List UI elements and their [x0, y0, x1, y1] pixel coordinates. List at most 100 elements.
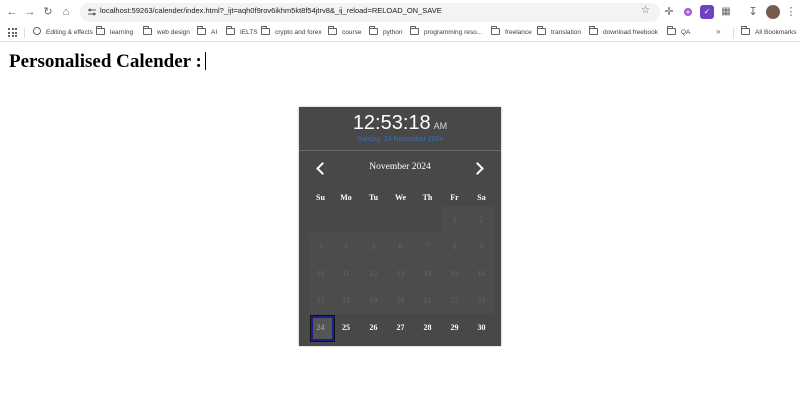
folder-icon — [96, 26, 105, 35]
day-cell[interactable]: 12 — [360, 260, 387, 287]
day-cell[interactable]: 18 — [332, 287, 360, 314]
browser-toolbar: ← → ↻ ⌂ localhost:59263/calender/index.h… — [0, 0, 800, 24]
calendar-grid: Su Mo Tu We Th Fr Sa 1 2 3 4 5 6 7 8 9 10 11 12 13 14 15 16 17 1… — [309, 189, 495, 342]
bookmark-crypto-forex[interactable]: crypto and forex — [261, 26, 322, 39]
download-icon[interactable]: ↧ — [746, 5, 760, 19]
site-info-icon[interactable] — [86, 6, 98, 18]
bookmark-translation[interactable]: translation — [537, 26, 581, 39]
weekday-header: Th — [422, 193, 433, 202]
menu-kebab-icon[interactable]: ⋮ — [784, 5, 798, 19]
bookmark-course[interactable]: course — [328, 26, 362, 39]
day-cell[interactable]: 2 — [468, 206, 495, 233]
calendar-widget: 12:53:18 AM Sunday, 24 November 2024 Nove… — [299, 107, 501, 346]
bookmark-ielts[interactable]: IELTS — [226, 26, 258, 39]
day-cell[interactable]: 26 — [360, 314, 387, 341]
reload-icon[interactable]: ↻ — [40, 4, 56, 20]
day-cell[interactable]: 3 — [309, 233, 332, 260]
bookmark-freelance[interactable]: freelance — [491, 26, 532, 39]
weekday-header: Fr — [450, 193, 459, 202]
bookmark-python[interactable]: python — [369, 26, 403, 39]
day-cell[interactable]: 13 — [387, 260, 414, 287]
extension-flower-icon[interactable] — [681, 5, 695, 19]
folder-icon — [741, 26, 750, 35]
folder-icon — [589, 26, 598, 35]
empty-day-cell — [309, 206, 332, 233]
day-cell[interactable]: 22 — [441, 287, 468, 314]
apps-grid-icon[interactable] — [8, 28, 17, 37]
bookmark-ai[interactable]: AI — [197, 26, 217, 39]
day-cell[interactable]: 1 — [441, 206, 468, 233]
day-cell[interactable]: 7 — [414, 233, 441, 260]
bookmarks-separator — [733, 28, 734, 38]
weekday-header: Sa — [477, 193, 486, 202]
bookmark-star-icon[interactable]: ☆ — [641, 5, 650, 16]
globe-icon — [33, 27, 41, 35]
next-month-icon[interactable] — [472, 161, 486, 175]
day-cell[interactable]: 20 — [387, 287, 414, 314]
day-cell[interactable]: 28 — [414, 314, 441, 341]
folder-icon — [328, 26, 337, 35]
clock-panel: 12:53:18 AM Sunday, 24 November 2024 — [299, 107, 501, 151]
home-icon[interactable]: ⌂ — [58, 4, 74, 20]
bookmark-download-freebook[interactable]: download freebook — [589, 26, 658, 39]
bookmark-learning[interactable]: learning — [96, 26, 133, 39]
day-cell[interactable]: 15 — [441, 260, 468, 287]
folder-icon — [369, 26, 378, 35]
empty-day-cell — [414, 206, 441, 233]
day-cell[interactable]: 14 — [414, 260, 441, 287]
day-cell[interactable]: 25 — [332, 314, 360, 341]
folder-icon — [197, 26, 206, 35]
extension-check-icon[interactable]: ✓ — [700, 5, 714, 19]
day-cell[interactable]: 21 — [414, 287, 441, 314]
folder-icon — [537, 26, 546, 35]
day-cell[interactable]: 6 — [387, 233, 414, 260]
weekday-header: Su — [316, 193, 325, 202]
folder-icon — [410, 26, 419, 35]
folder-icon — [143, 26, 152, 35]
more-bookmarks-button[interactable]: » — [716, 27, 720, 36]
day-cell[interactable]: 8 — [441, 233, 468, 260]
clock-hms: 12:53:18 — [352, 112, 431, 134]
day-cell[interactable]: 19 — [360, 287, 387, 314]
bookmark-editing-effects[interactable]: Editing & effects — [33, 27, 93, 39]
empty-day-cell — [332, 206, 360, 233]
day-cell-today[interactable]: 24 — [309, 314, 335, 342]
folder-icon — [226, 26, 235, 35]
bookmark-qa[interactable]: QA — [667, 26, 690, 39]
folder-icon — [261, 26, 270, 35]
move-icon[interactable]: ✛ — [662, 5, 676, 19]
folder-icon — [491, 26, 500, 35]
bookmarks-bar: Editing & effects learning web design AI… — [0, 24, 800, 42]
day-cell[interactable]: 11 — [332, 260, 360, 287]
clock-ampm: AM — [433, 121, 448, 131]
weekday-header: We — [394, 193, 407, 202]
address-bar[interactable]: localhost:59263/calender/index.html?_ijt… — [80, 3, 660, 22]
empty-day-cell — [360, 206, 387, 233]
bookmark-web-design[interactable]: web design — [143, 26, 190, 39]
back-icon[interactable]: ← — [4, 4, 20, 20]
profile-avatar[interactable] — [766, 5, 780, 19]
weekday-header: Tu — [368, 193, 379, 202]
day-cell[interactable]: 4 — [332, 233, 360, 260]
day-cell[interactable]: 30 — [468, 314, 495, 341]
month-navigation: November 2024 — [299, 157, 501, 179]
day-cell[interactable]: 23 — [468, 287, 495, 314]
weekday-header: Mo — [340, 193, 352, 202]
bookmark-programming-reso[interactable]: programming reso... — [410, 26, 482, 39]
forward-icon[interactable]: → — [22, 4, 38, 20]
empty-day-cell — [387, 206, 414, 233]
full-date: Sunday, 24 November 2024 — [356, 136, 444, 143]
extensions-puzzle-icon[interactable]: ▦ — [719, 5, 733, 19]
all-bookmarks-button[interactable]: All Bookmarks — [741, 26, 797, 39]
day-cell[interactable]: 5 — [360, 233, 387, 260]
day-cell[interactable]: 9 — [468, 233, 495, 260]
day-cell[interactable]: 10 — [309, 260, 332, 287]
day-cell[interactable]: 27 — [387, 314, 414, 341]
day-cell[interactable]: 16 — [468, 260, 495, 287]
day-cell[interactable]: 29 — [441, 314, 468, 341]
text-caret — [204, 52, 206, 70]
day-cell[interactable]: 17 — [309, 287, 332, 314]
day-number: 24 — [316, 323, 325, 332]
folder-icon — [667, 26, 676, 35]
url-text[interactable]: localhost:59263/calender/index.html?_ijt… — [100, 6, 442, 15]
